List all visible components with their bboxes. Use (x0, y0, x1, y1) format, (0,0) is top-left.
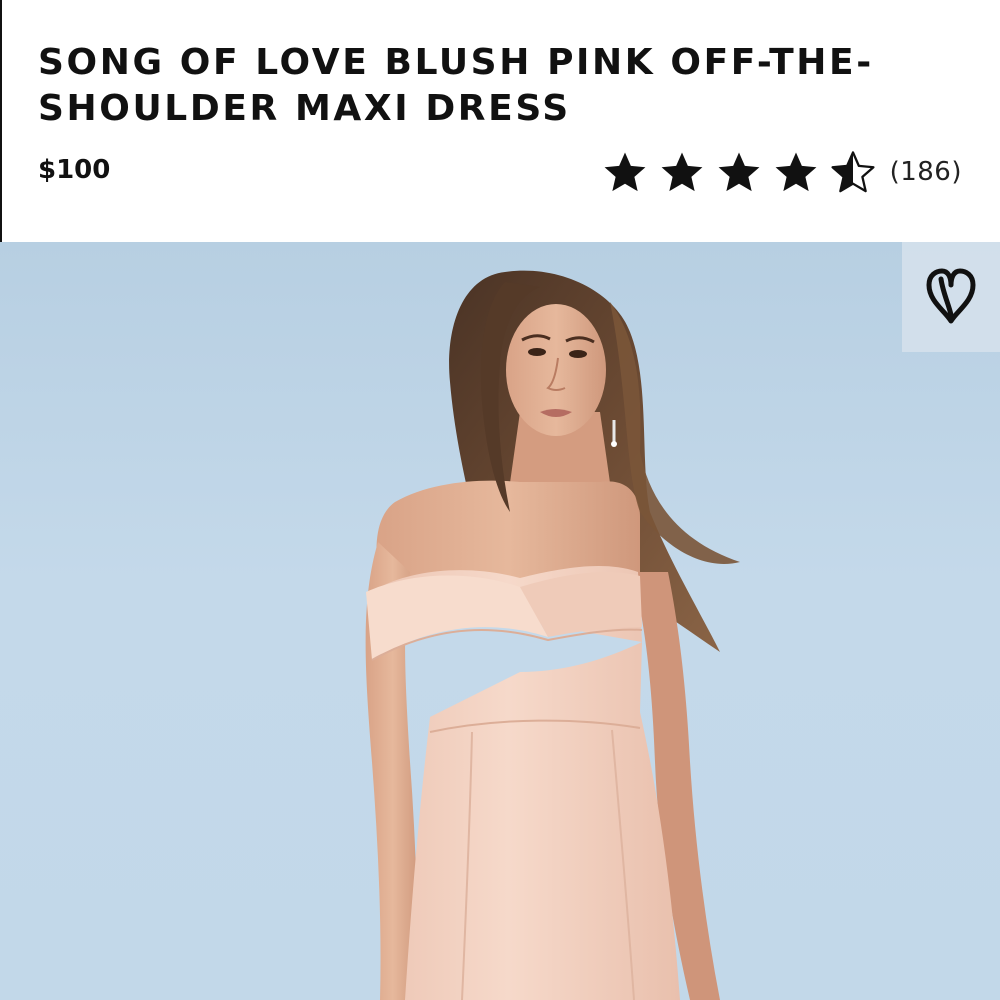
product-price: $100 (38, 155, 111, 185)
rating-stars (602, 149, 890, 195)
star-half-icon (831, 151, 875, 193)
product-title: SONG OF LOVE BLUSH PINK OFF-THE-SHOULDER… (38, 42, 874, 129)
product-page: SONG OF LOVE BLUSH PINK OFF-THE-SHOULDER… (0, 0, 1000, 1000)
star-icon (661, 152, 702, 192)
review-count[interactable]: (186) (890, 157, 962, 187)
star-icon (775, 152, 816, 192)
product-rating[interactable]: (186) (602, 148, 962, 196)
heart-outline-icon (926, 268, 976, 324)
model-illustration (365, 270, 740, 1000)
product-header: SONG OF LOVE BLUSH PINK OFF-THE-SHOULDER… (0, 0, 1000, 242)
product-photo[interactable] (0, 242, 1000, 1000)
star-icon (718, 152, 759, 192)
star-icon (604, 152, 645, 192)
left-edge-rule (0, 0, 2, 242)
favorite-button[interactable] (902, 242, 1000, 352)
